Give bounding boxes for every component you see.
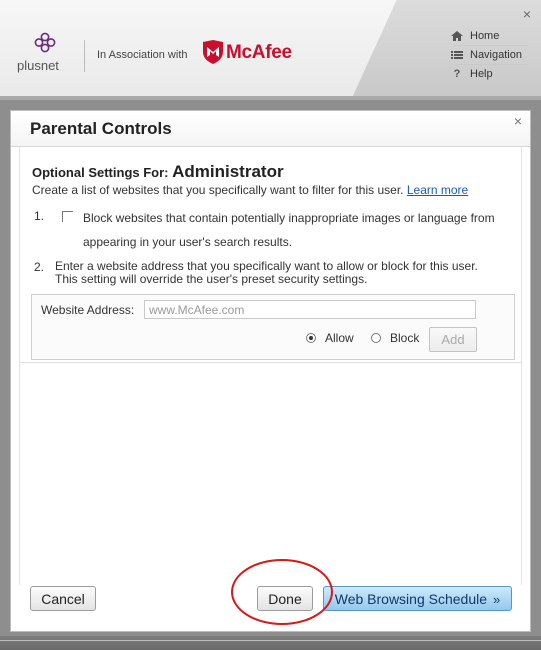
dialog-close-button[interactable]: × <box>514 113 522 129</box>
panel-divider <box>20 362 521 363</box>
help-icon: ? <box>453 68 461 80</box>
settings-panel: Optional Settings For: Administrator Cre… <box>19 147 522 585</box>
item-number-2: 2. <box>34 260 45 274</box>
parental-controls-dialog: Parental Controls × Optional Settings Fo… <box>10 110 531 632</box>
close-icon: × <box>513 113 522 129</box>
mcafee-brand-text: McAfee <box>226 42 292 63</box>
website-address-input[interactable] <box>144 300 476 319</box>
dialog-title-bar: Parental Controls × <box>11 111 530 147</box>
logo-divider <box>84 40 85 72</box>
nav-home-label: Home <box>470 30 500 42</box>
footer-divider <box>0 640 541 641</box>
dialog-title: Parental Controls <box>30 119 172 138</box>
done-button[interactable]: Done <box>257 586 313 611</box>
allow-radio[interactable] <box>306 333 316 343</box>
nav-navigation-label: Navigation <box>470 49 522 61</box>
block-inappropriate-checkbox[interactable] <box>62 211 73 222</box>
website-address-box: Website Address: Allow Block Add <box>31 294 515 360</box>
list-icon <box>451 51 463 59</box>
nav-home[interactable]: Home <box>450 27 532 45</box>
instruction-line-2: This setting will override the user's pr… <box>55 272 368 286</box>
website-address-label: Website Address: <box>41 303 135 317</box>
web-browsing-schedule-button[interactable]: Web Browsing Schedule » <box>323 586 512 611</box>
allow-label[interactable]: Allow <box>325 331 354 345</box>
nav-help[interactable]: ? Help <box>450 65 532 83</box>
window-footer <box>0 636 541 650</box>
double-chevron-right-icon: » <box>493 591 501 607</box>
user-name: Administrator <box>172 162 284 181</box>
nav-help-label: Help <box>470 68 493 80</box>
header-divider <box>0 96 541 100</box>
item-number-1: 1. <box>34 209 45 223</box>
app-header: plusnet In Association with McAfee × Hom… <box>0 0 541 100</box>
mcafee-shield-icon <box>203 40 223 64</box>
learn-more-link[interactable]: Learn more <box>407 183 468 197</box>
heading-prefix: Optional Settings For: <box>32 165 169 180</box>
cancel-button[interactable]: Cancel <box>30 586 96 611</box>
settings-description: Create a list of websites that you speci… <box>32 183 468 197</box>
description-text: Create a list of websites that you speci… <box>32 183 404 197</box>
schedule-label: Web Browsing Schedule <box>334 590 488 607</box>
block-inappropriate-label: Block websites that contain potentially … <box>83 211 495 249</box>
add-button[interactable]: Add <box>429 327 477 352</box>
home-icon <box>451 31 463 41</box>
website-instructions: Enter a website address that you specifi… <box>55 260 515 286</box>
plusnet-brand-text: plusnet <box>17 58 59 73</box>
window-close-button[interactable]: × <box>523 6 531 22</box>
nav-navigation[interactable]: Navigation <box>450 46 532 64</box>
block-radio[interactable] <box>371 333 381 343</box>
block-label[interactable]: Block <box>390 331 419 345</box>
close-icon: × <box>522 6 531 22</box>
association-text: In Association with <box>97 49 188 61</box>
optional-settings-heading: Optional Settings For: Administrator <box>32 162 284 182</box>
top-navigation: Home Navigation ? Help <box>450 27 532 83</box>
